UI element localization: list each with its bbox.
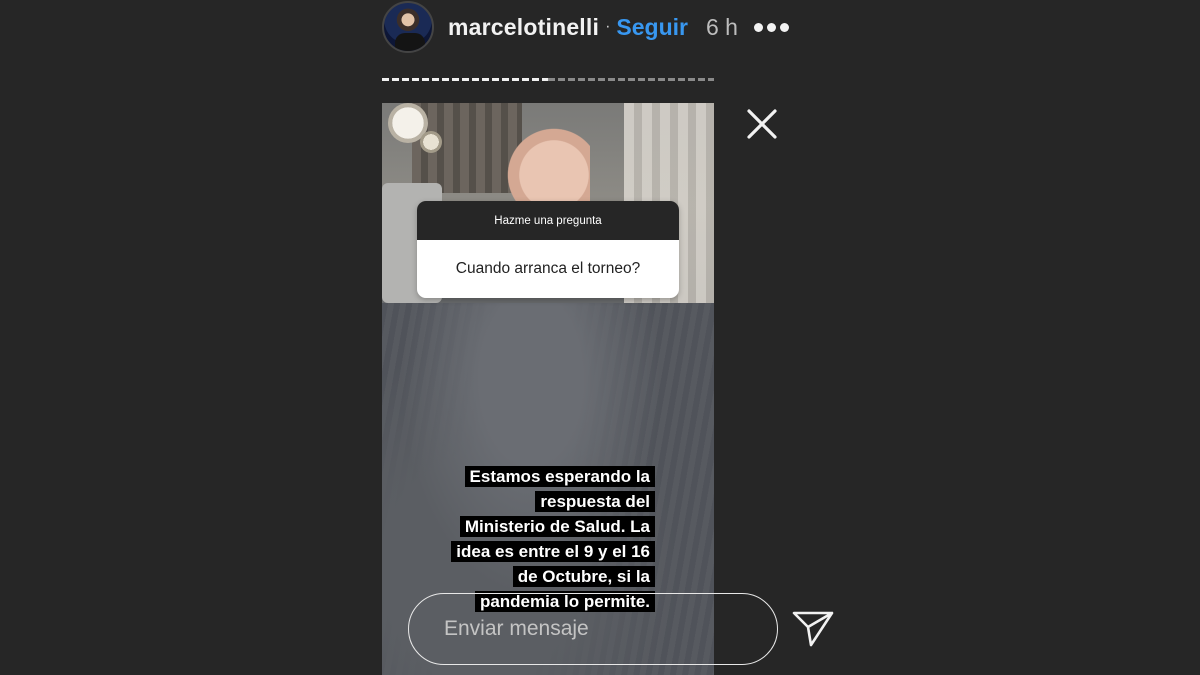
user-avatar[interactable] (382, 1, 434, 53)
message-input[interactable]: Enviar mensaje (408, 593, 778, 665)
question-sticker-question: Cuando arranca el torneo? (417, 240, 679, 298)
caption-line: idea es entre el 9 y el 16 (451, 541, 655, 562)
caption-line: respuesta del (535, 491, 655, 512)
caption-line: Estamos esperando la (464, 466, 655, 487)
caption-line: Ministerio de Salud. La (459, 516, 655, 537)
story-caption: Estamos esperando la respuesta del Minis… (451, 464, 655, 614)
story-header: marcelotinelli · Seguir 6 h (382, 0, 789, 54)
send-icon[interactable] (791, 609, 835, 649)
post-time: 6 h (705, 13, 738, 40)
message-placeholder: Enviar mensaje (444, 617, 589, 640)
story-progress-bar (382, 78, 714, 81)
close-icon[interactable] (744, 106, 780, 142)
follow-button[interactable]: Seguir (616, 14, 688, 41)
more-dots-icon[interactable] (753, 22, 789, 32)
progress-segment-viewed (382, 78, 548, 81)
question-sticker-title: Hazme una pregunta (417, 201, 679, 240)
username[interactable]: marcelotinelli (448, 14, 599, 41)
progress-segment-pending (548, 78, 714, 81)
question-sticker[interactable]: Hazme una pregunta Cuando arranca el tor… (417, 201, 679, 298)
separator-dot: · (605, 18, 611, 35)
caption-line: de Octubre, si la (512, 566, 655, 587)
